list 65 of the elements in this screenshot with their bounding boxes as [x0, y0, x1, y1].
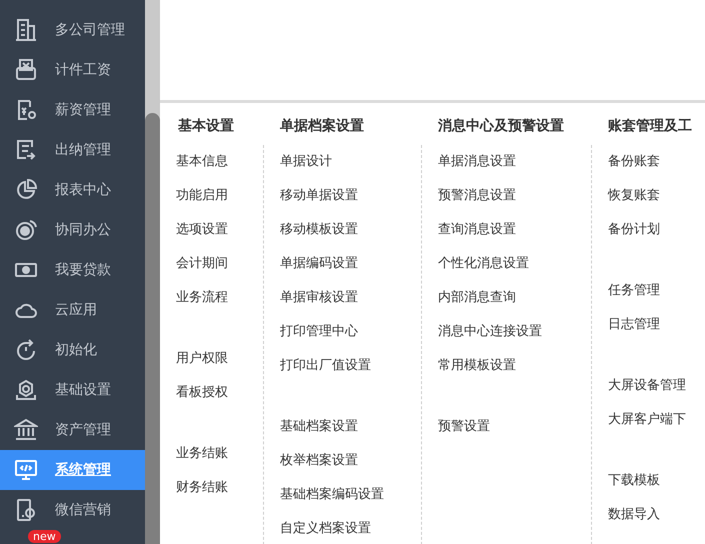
menu-link[interactable]: 枚举档案设置 [280, 444, 421, 478]
menu-link[interactable]: 任务管理 [608, 274, 705, 308]
menu-link[interactable]: 单据审核设置 [280, 281, 421, 315]
menu-link[interactable]: 预警设置 [438, 410, 591, 444]
menu-link[interactable]: 移动模板设置 [280, 213, 421, 247]
menu-link[interactable]: 个性化消息设置 [438, 247, 591, 281]
scrollbar-thumb[interactable] [145, 113, 160, 544]
menu-link[interactable]: 功能启用 [176, 179, 263, 213]
menu-link[interactable]: 打印管理中心 [280, 315, 421, 349]
sidebar-item[interactable]: 基础设置 [0, 370, 145, 410]
menu-link[interactable]: 基础档案编码设置 [280, 478, 421, 512]
menu-link[interactable]: 选项设置 [176, 213, 263, 247]
menu-link[interactable]: 数据导入 [608, 498, 705, 532]
menu-link[interactable]: 财务结账 [176, 471, 263, 505]
menu-link[interactable]: 大屏客户端下 [608, 403, 705, 437]
sidebar-item[interactable]: 多公司管理 [0, 10, 145, 50]
menu-link[interactable]: 恢复账套 [608, 179, 705, 213]
menu-link[interactable]: 下载模板 [608, 464, 705, 498]
menu-link[interactable]: 单据消息设置 [438, 145, 591, 179]
sidebar-item[interactable]: 报表中心 [0, 170, 145, 210]
menu-link[interactable]: 查询消息设置 [438, 213, 591, 247]
menu-link[interactable]: 消息中心连接设置 [438, 315, 591, 349]
menu-link[interactable]: 会计期间 [176, 247, 263, 281]
phone-chat-icon [14, 498, 38, 522]
menu-link[interactable]: 内部消息查询 [438, 281, 591, 315]
menu-link[interactable]: 看板授权 [176, 376, 263, 410]
menu-link[interactable]: 备份账套 [608, 145, 705, 179]
menu-link[interactable]: 移动单据设置 [280, 179, 421, 213]
target-icon [14, 218, 38, 242]
column-heading: 消息中心及预警设置 [437, 116, 565, 136]
sidebar-item[interactable]: 微信营销 [0, 490, 145, 530]
monitor-code-icon [14, 458, 38, 482]
menu-link[interactable]: 常用模板设置 [438, 349, 591, 383]
sidebar-item[interactable]: 出纳管理 [0, 130, 145, 170]
sidebar-item[interactable]: 我要贷款 [0, 250, 145, 290]
column-heading: 基本设置 [177, 117, 235, 136]
refresh-icon [14, 338, 38, 362]
building-icon [14, 18, 38, 42]
menu-link[interactable]: 业务流程 [176, 281, 263, 315]
column-heading: 账套管理及工 [607, 117, 693, 136]
bank-icon [14, 418, 38, 442]
gear-icon [14, 378, 38, 402]
pie-chart-icon [14, 178, 38, 202]
exit-icon [14, 138, 38, 162]
menu-link[interactable]: 日志管理 [608, 308, 705, 342]
menu-link[interactable]: 基础档案设置 [280, 410, 421, 444]
menu-link[interactable]: 大屏设备管理 [608, 369, 705, 403]
new-badge: new [28, 530, 61, 543]
sidebar-item[interactable]: 薪资管理 [0, 90, 145, 130]
sidebar-item[interactable]: 计件工资 [0, 50, 145, 90]
menu-link[interactable]: 打印出厂值设置 [280, 349, 421, 383]
menu-link[interactable]: 基本信息 [176, 145, 263, 179]
menu-link[interactable]: 单据编码设置 [280, 247, 421, 281]
column-heading: 单据档案设置 [279, 116, 365, 136]
menu-link[interactable]: 预警消息设置 [438, 179, 591, 213]
sidebar-item[interactable]: 初始化 [0, 330, 145, 370]
menu-link[interactable]: 用户权限 [176, 342, 263, 376]
menu-link[interactable]: 单据设计 [280, 145, 421, 179]
sidebar-item[interactable]: 协同办公 [0, 210, 145, 250]
scrollbar[interactable] [145, 0, 160, 544]
menu-link[interactable]: 备份计划 [608, 213, 705, 247]
sidebar-item[interactable]: 云应用 [0, 290, 145, 330]
menu-link[interactable]: 自定义档案设置 [280, 512, 421, 544]
menu-link[interactable]: 业务结账 [176, 437, 263, 471]
sidebar-item[interactable]: 资产管理 [0, 410, 145, 450]
